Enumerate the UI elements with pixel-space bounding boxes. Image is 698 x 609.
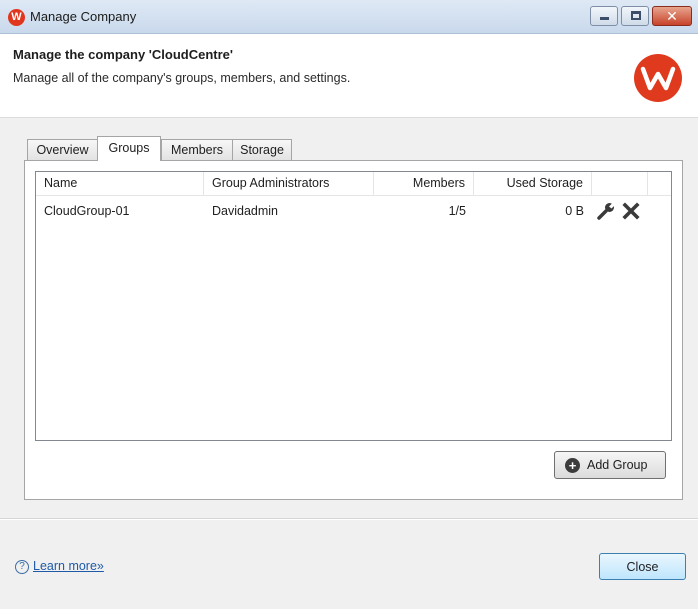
cell-used-storage: 0 B [565,204,584,218]
dialog-footer: ? Learn more» Close [0,518,698,609]
brand-logo-icon [634,54,682,102]
main-area: Overview Groups Members Storage Name Gro… [0,118,698,518]
table-row[interactable]: CloudGroup-01 Davidadmin 1/5 0 B [36,198,671,224]
footer-divider [0,519,698,520]
close-icon: ✕ [666,8,678,24]
window-close-button[interactable]: ✕ [652,6,692,26]
maximize-icon [631,11,641,20]
tab-storage[interactable]: Storage [232,139,292,160]
cell-group-admins: Davidadmin [212,204,279,218]
header-title: Manage the company 'CloudCentre' [13,47,233,62]
add-group-label: Add Group [587,458,648,472]
close-button[interactable]: Close [599,553,686,580]
cell-group-name: CloudGroup-01 [44,204,130,218]
wrench-icon[interactable] [596,202,616,220]
app-logo-icon: W [8,9,25,26]
help-icon[interactable]: ? [15,560,29,574]
tab-members[interactable]: Members [161,139,233,160]
groups-panel: Name Group Administrators Members Used S… [24,160,683,500]
tab-groups[interactable]: Groups [97,136,161,161]
tab-overview[interactable]: Overview [27,139,98,160]
column-header-spacer [648,172,671,196]
title-bar: W Manage Company ✕ [0,0,698,34]
dialog-header: Manage the company 'CloudCentre' Manage … [0,34,698,118]
plus-icon: + [565,458,580,473]
maximize-button[interactable] [621,6,649,26]
column-header-actions [592,172,648,196]
column-header-used-storage[interactable]: Used Storage [474,172,592,196]
window-title: Manage Company [30,9,137,24]
minimize-button[interactable] [590,6,618,26]
row-actions [592,198,648,224]
learn-more-link[interactable]: Learn more» [33,559,104,573]
minimize-icon [600,17,609,20]
header-description: Manage all of the company's groups, memb… [13,71,351,85]
column-header-admins[interactable]: Group Administrators [204,172,374,196]
add-group-button[interactable]: + Add Group [554,451,666,479]
groups-table: Name Group Administrators Members Used S… [35,171,672,441]
column-header-members[interactable]: Members [374,172,474,196]
cell-members: 1/5 [448,204,466,218]
table-header: Name Group Administrators Members Used S… [36,172,671,196]
delete-icon[interactable] [622,202,640,220]
column-header-name[interactable]: Name [36,172,204,196]
